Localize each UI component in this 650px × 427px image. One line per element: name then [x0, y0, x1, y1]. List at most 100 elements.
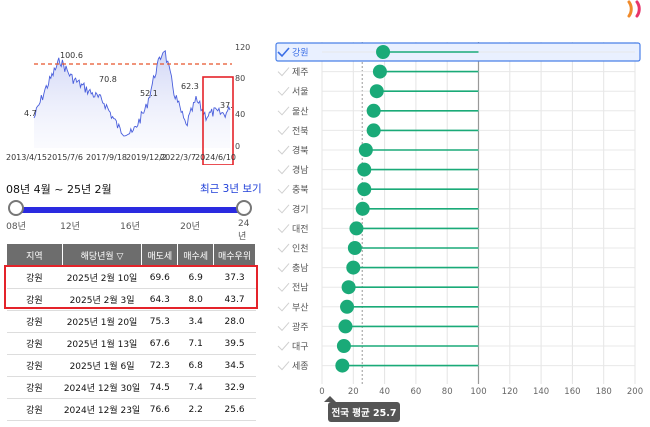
row-region: 강원: [6, 332, 63, 355]
year-range-slider[interactable]: 08년 12년 16년 20년 24년: [6, 200, 256, 242]
check-icon: [277, 302, 290, 312]
region-label: 제주: [292, 67, 309, 78]
x-tick-label: 180: [596, 387, 612, 397]
quote-glyph-icon: [627, 0, 641, 18]
region-label: 강원: [292, 48, 309, 59]
lollipop-point: [346, 260, 361, 275]
x-tick-label: 20: [348, 387, 359, 397]
region-label: 광주: [292, 321, 309, 333]
check-icon: [277, 243, 290, 253]
header-buy-advantage[interactable]: 매수우위: [213, 243, 256, 267]
region-label: 경남: [292, 164, 309, 176]
check-icon: [277, 184, 290, 194]
slider-start-handle[interactable]: [8, 200, 24, 216]
table-row[interactable]: 강원 2025년 1월 20일 75.3 3.4 28.0: [6, 310, 256, 333]
lollipop-point: [347, 241, 362, 255]
recent-3-years-link[interactable]: 최근 3년 보기: [200, 181, 262, 196]
header-sell[interactable]: 매도세: [141, 243, 179, 267]
x-label-2017: 2017/9/18: [86, 153, 127, 162]
row-sell: 72.3: [141, 354, 178, 377]
row-sell: 76.6: [141, 398, 178, 421]
row-date: 2025년 1월 13일: [62, 332, 142, 355]
lollipop-point: [366, 123, 381, 138]
slider-tick-12: 12년: [60, 222, 80, 232]
row-buy-advantage: 39.5: [213, 332, 256, 355]
x-tick-label: 0: [319, 387, 324, 397]
lollipop-point: [372, 64, 387, 79]
table-row[interactable]: 강원 2024년 12월 23일 76.6 2.2 25.6: [6, 398, 256, 421]
row-date: 2025년 1월 20일: [62, 310, 142, 333]
table-row[interactable]: 강원 2025년 1월 13일 67.6 7.1 39.5: [6, 332, 256, 355]
row-buy: 2.2: [177, 398, 214, 421]
range-title: 08년 4월 ~ 25년 2월: [6, 183, 112, 196]
region-label: 서울: [292, 87, 309, 98]
x-label-2024: 2024/6/10: [195, 153, 236, 162]
check-icon: [277, 282, 290, 292]
x-tick-label: 60: [410, 387, 421, 397]
row-buy: 3.4: [177, 310, 214, 333]
row-buy-advantage: 34.5: [213, 354, 256, 377]
row-sell: 74.5: [141, 376, 178, 399]
row-buy-advantage: 28.0: [213, 310, 256, 333]
lollipop-point: [369, 84, 384, 99]
check-icon: [277, 322, 290, 332]
table-row[interactable]: 강원 2024년 12월 30일 74.5 7.4 32.9: [6, 376, 256, 399]
region-label: 경북: [292, 145, 309, 157]
row-region: 강원: [6, 398, 63, 421]
row-region: 강원: [6, 310, 63, 333]
slider-tick-16: 16년: [120, 222, 140, 232]
slider-tick-24: 24년: [238, 219, 250, 242]
row-date: 2024년 12월 30일: [62, 376, 142, 399]
lollipop-point: [338, 319, 353, 334]
row-buy-advantage: 32.9: [213, 376, 256, 399]
national-average-label: 전국 평균 25.7: [331, 407, 396, 419]
region-label: 세종: [292, 361, 309, 372]
slider-end-handle[interactable]: [236, 200, 252, 216]
lollipop-point: [335, 358, 350, 373]
region-label: 경기: [292, 203, 309, 215]
table-header-row: 지역 해당년월 ▽ 매도세 매수세 매수우위: [6, 243, 256, 267]
table-row[interactable]: 강원 2025년 1월 6일 72.3 6.8 34.5: [6, 354, 256, 377]
header-region[interactable]: 지역: [6, 243, 63, 267]
slider-tick-08: 08년: [6, 222, 26, 232]
check-icon: [277, 361, 290, 371]
lollipop-point: [376, 45, 391, 59]
row-buy: 6.8: [177, 354, 214, 377]
region-label: 충북: [292, 185, 309, 196]
region-label: 울산: [292, 106, 309, 117]
header-buy[interactable]: 매수세: [177, 243, 215, 267]
row-buy: 7.1: [177, 332, 214, 355]
y-label-0: 0: [235, 142, 240, 151]
lollipop-point: [366, 103, 381, 118]
lollipop-point: [340, 299, 355, 314]
header-date-sort[interactable]: 해당년월 ▽: [61, 243, 143, 267]
region-label: 대구: [292, 342, 309, 353]
region-lollipop-chart: 강원제주서울울산전북경북경남충북경기대전인천충남전남부산광주대구세종 0 20 40…: [275, 42, 643, 422]
y-label-120: 120: [235, 43, 250, 52]
region-label: 충남: [292, 263, 309, 274]
row-date: 2025년 1월 6일: [62, 354, 142, 377]
row-region: 강원: [6, 354, 63, 377]
lollipop-point: [357, 182, 372, 197]
x-tick-label: 40: [379, 387, 390, 397]
annotation-100-6: 100.6: [60, 51, 83, 60]
check-icon: [277, 145, 290, 155]
check-icon: [277, 86, 290, 96]
x-tick-label: 200: [627, 387, 643, 397]
annotation-70-8: 70.8: [99, 75, 117, 84]
annotation-52-1: 52.1: [140, 89, 158, 98]
lollipop-point: [349, 221, 364, 236]
lollipop-point: [341, 280, 356, 295]
check-icon: [277, 204, 290, 214]
slider-track[interactable]: [16, 207, 244, 213]
region-label: 대전: [292, 224, 309, 235]
y-label-80: 80: [235, 74, 245, 83]
region-label: 부산: [292, 302, 309, 313]
lollipop-point: [355, 201, 370, 216]
national-average-tooltip: 전국 평균 25.7: [324, 396, 400, 422]
decorative-quote-icon: [626, 0, 648, 20]
check-icon: [277, 165, 290, 175]
x-label-2013: 2013/4/15: [6, 153, 47, 162]
row-region: 강원: [6, 376, 63, 399]
lollipop-point: [336, 339, 351, 353]
